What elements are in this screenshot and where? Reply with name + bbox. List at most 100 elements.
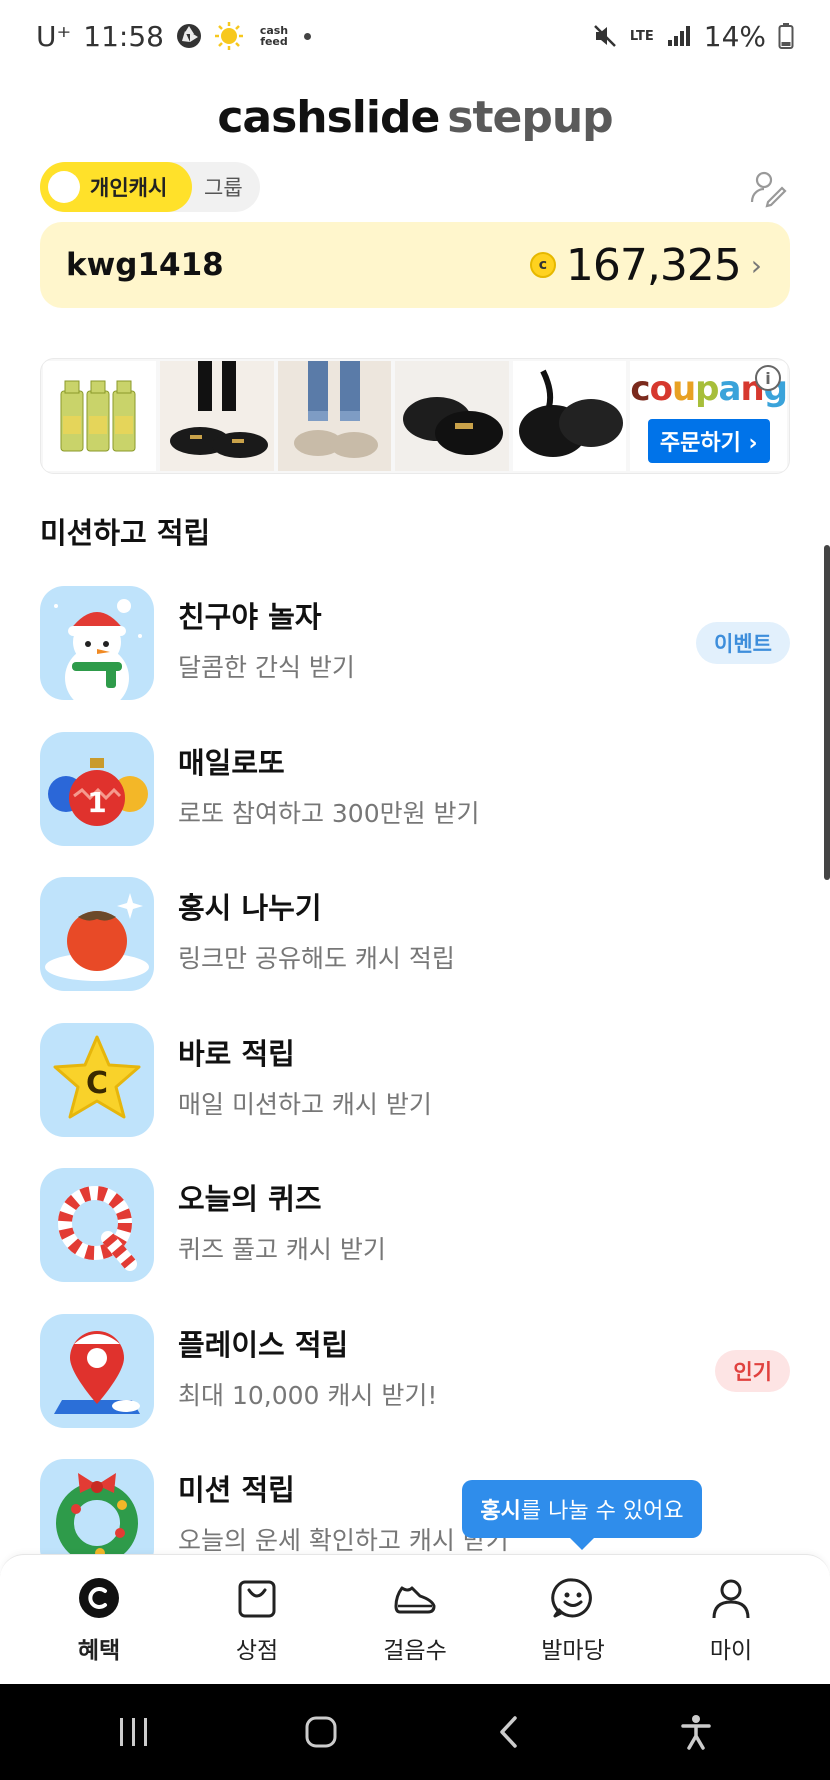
nav-label: 발마당 [541,1637,605,1664]
mission-subtitle: 링크만 공유해도 캐시 적립 [178,944,455,973]
mission-subtitle: 오늘의 운세 확인하고 캐시 받기 [178,1526,509,1555]
mission-subtitle: 달콤한 간식 받기 [178,653,355,682]
map-pin-icon [40,1313,154,1428]
nav-benefits[interactable]: 혜택 [34,1575,164,1665]
cashfeed-label-2: feed [260,35,288,48]
mission-title: 홍시 나누기 [178,891,322,925]
carrier-label: U⁺ [36,19,72,53]
nav-my[interactable]: 마이 [666,1575,796,1665]
mission-item-persimmon[interactable]: 홍시 나누기 링크만 공유해도 캐시 적립 [40,877,790,1023]
network-label: LTE [629,28,654,44]
shutter-icon [176,23,202,49]
system-nav-bar [0,1684,830,1780]
mission-title: 매일로또 [178,745,285,780]
toggle-personal-label: 개인캐시 [90,176,168,200]
ad-product-mules[interactable] [160,361,274,471]
sun-icon [214,21,244,51]
mission-subtitle: 최대 10,000 캐시 받기! [178,1380,438,1410]
nav-label: 마이 [709,1637,753,1664]
tooltip-bold: 홍시 [480,1499,521,1524]
lotto-balls-icon: 1 [40,731,154,846]
battery-percent: 14% [703,19,766,53]
candy-cane-q-icon [40,1168,154,1282]
nav-store[interactable]: 상점 [192,1575,322,1665]
status-left: U⁺ 11:58 cash feed [36,20,311,53]
status-right: LTE 14% [592,20,794,53]
toggle-personal[interactable]: 개인캐시 [40,162,192,212]
balance-amount: 167,325 [565,239,742,291]
ad-product-fur-shoes[interactable] [512,361,627,471]
section-title: 미션하고 적립 [40,516,211,550]
status-bar: U⁺ 11:58 cash feed LTE 14% [0,0,830,72]
nav-label: 혜택 [77,1637,121,1664]
ad-product-loafers-black[interactable] [395,361,509,471]
time-label: 11:58 [83,19,164,53]
toggle-knob [48,171,80,203]
nav-label: 상점 [235,1637,279,1664]
nav-community[interactable]: 발마당 [508,1575,638,1665]
balance-wrap: c 167,325 › [529,239,762,291]
person-icon [708,1575,754,1621]
mute-icon [592,23,618,49]
mission-title: 오늘의 퀴즈 [178,1182,322,1216]
snowman-icon [40,586,154,700]
smiley-chat-icon [550,1575,596,1621]
cash-c-icon [76,1575,122,1621]
mission-list: 친구야 놀자 달콤한 간식 받기 이벤트 1 매일로또 로또 참여하고 300만… [40,586,790,1605]
svg-text:1: 1 [87,786,106,819]
nav-steps[interactable]: 걸음수 [350,1575,480,1665]
mission-title: 플레이스 적립 [178,1327,349,1362]
mission-text: 플레이스 적립 최대 10,000 캐시 받기! [178,1314,437,1412]
popular-badge: 인기 [715,1349,790,1392]
tooltip-text: 를 나눌 수 있어요 [520,1499,684,1524]
user-balance-card[interactable]: kwg1418 c 167,325 › [40,222,790,308]
app-title-sub: stepup [447,92,613,143]
mission-item-instant[interactable]: C 바로 적립 매일 미션하고 캐시 받기 [40,1022,790,1169]
star-coin-icon: C [40,1022,154,1137]
ad-coupang-cta[interactable]: coupang 주문하기 › i [630,361,788,471]
mission-title: 바로 적립 [178,1036,295,1071]
mission-text: 바로 적립 매일 미션하고 캐시 받기 [178,1023,432,1121]
app-title: cashslide stepup [0,92,830,143]
ad-info-icon[interactable]: i [755,365,782,391]
ad-product-loafers-beige[interactable] [277,361,392,471]
accessibility-icon[interactable] [656,1702,736,1762]
home-icon[interactable] [281,1702,361,1762]
mission-item-friends[interactable]: 친구야 놀자 달콤한 간식 받기 이벤트 [40,586,790,732]
mission-subtitle: 퀴즈 풀고 캐시 받기 [178,1235,386,1264]
order-button[interactable]: 주문하기 › [647,419,770,463]
app-title-main: cashslide [217,92,440,143]
mission-item-lotto[interactable]: 1 매일로또 로또 참여하고 300만원 받기 [40,731,790,878]
mission-text: 미션 적립 오늘의 운세 확인하고 캐시 받기 [178,1459,509,1557]
bottom-nav: 혜택 상점 걸음수 발마당 마이 [0,1554,830,1684]
tooltip-arrow [568,1536,596,1550]
cash-type-toggle[interactable]: 개인캐시 그룹 [40,162,260,212]
recent-apps-icon[interactable] [94,1702,174,1762]
share-persimmon-tooltip[interactable]: 홍시 를 나눌 수 있어요 [462,1480,702,1538]
chevron-right-icon: › [750,248,762,282]
profile-edit-icon[interactable] [748,168,788,208]
mission-title: 미션 적립 [178,1473,295,1507]
mission-item-place[interactable]: 플레이스 적립 최대 10,000 캐시 받기! 인기 [40,1313,790,1460]
persimmon-icon [40,877,154,991]
event-badge: 이벤트 [696,622,790,664]
scroll-indicator[interactable] [824,545,830,880]
back-icon[interactable] [469,1702,549,1762]
user-id: kwg1418 [66,247,224,283]
nav-label: 걸음수 [383,1637,447,1664]
toggle-group[interactable]: 그룹 [204,172,243,202]
battery-icon [778,22,794,50]
mission-text: 홍시 나누기 링크만 공유해도 캐시 적립 [178,877,455,975]
mission-subtitle: 매일 미션하고 캐시 받기 [178,1089,432,1119]
mission-text: 오늘의 퀴즈 퀴즈 풀고 캐시 받기 [178,1168,386,1266]
mission-subtitle: 로또 참여하고 300만원 받기 [178,798,480,828]
svg-text:C: C [86,1066,108,1101]
coupang-ad-banner[interactable]: coupang 주문하기 › i [40,358,790,474]
notification-dot-icon [303,32,311,40]
signal-icon [666,24,692,48]
cash-coin-icon: c [529,252,556,278]
mission-item-quiz[interactable]: 오늘의 퀴즈 퀴즈 풀고 캐시 받기 [40,1168,790,1314]
ad-product-juice[interactable] [43,361,157,471]
mission-title: 친구야 놀자 [178,600,322,634]
mission-text: 매일로또 로또 참여하고 300만원 받기 [178,732,480,830]
